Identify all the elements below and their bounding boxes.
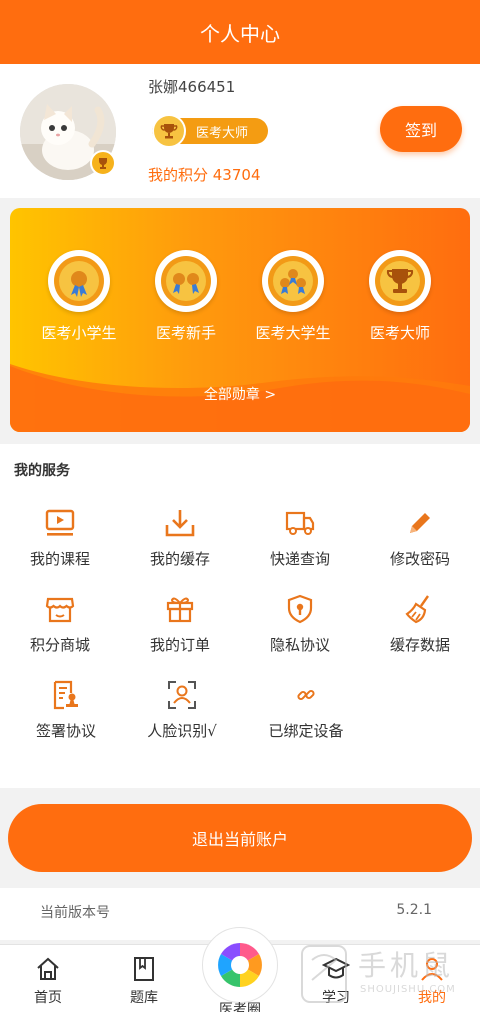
- home-icon: [34, 955, 62, 983]
- service-express-query[interactable]: 快递查询: [240, 506, 360, 569]
- version-value: 5.2.1: [396, 902, 432, 918]
- service-label: 人脸识别√: [147, 722, 217, 740]
- pencil-icon: [403, 506, 437, 540]
- service-label: 积分商城: [29, 636, 90, 654]
- service-change-password[interactable]: 修改密码: [360, 506, 480, 569]
- gift-icon: [163, 592, 197, 626]
- service-cache-data[interactable]: 缓存数据: [360, 592, 480, 655]
- services-title: 我的服务: [14, 463, 70, 479]
- watermark-text: 手机鼠: [358, 949, 455, 982]
- signin-button[interactable]: 签到: [380, 106, 462, 152]
- service-label: 签署协议: [35, 722, 96, 740]
- level-label: 医考大师: [196, 126, 249, 141]
- service-label: 修改密码: [389, 550, 450, 568]
- link-icon: [289, 678, 323, 712]
- store-icon: [43, 592, 77, 626]
- badge-label: 医考新手: [155, 324, 216, 342]
- medal-ribbon-icon: [48, 250, 110, 312]
- badges-banner: 医考小学生 医考新手 医考大学生 医考大师 全部勋章 >: [10, 208, 470, 432]
- tab-label: 题库: [130, 990, 158, 1006]
- service-face-recognition[interactable]: 人脸识别√: [122, 678, 242, 741]
- video-play-icon: [43, 506, 77, 540]
- service-label: 隐私协议: [269, 636, 330, 654]
- aperture-icon: [202, 927, 278, 1003]
- tab-question-bank[interactable]: 题库: [104, 955, 184, 1007]
- book-icon: [130, 955, 158, 983]
- tab-label: 首页: [34, 990, 62, 1006]
- watermark-subtext: SHOUJISHU.COM: [360, 984, 456, 995]
- badge-item[interactable]: 医考新手: [136, 250, 236, 343]
- broom-icon: [403, 592, 437, 626]
- profile-card: 张娜466451 医考大师 我的积分 43704 签到: [0, 64, 480, 198]
- watermark: 手机鼠 SHOUJISHU.COM: [300, 940, 476, 1008]
- service-my-orders[interactable]: 我的订单: [120, 592, 240, 655]
- points-label: 我的积分 43704: [148, 166, 261, 184]
- avatar-medal-icon: [90, 150, 116, 176]
- logout-button[interactable]: 退出当前账户: [8, 804, 472, 872]
- service-label: 我的课程: [29, 550, 90, 568]
- face-scan-icon: [165, 678, 199, 712]
- service-label: 已绑定设备: [268, 722, 344, 740]
- badge-label: 医考小学生: [41, 324, 117, 342]
- all-badges-link[interactable]: 全部勋章 >: [10, 384, 470, 404]
- service-bound-devices[interactable]: 已绑定设备: [246, 678, 366, 741]
- badge-label: 医考大学生: [255, 324, 331, 342]
- download-icon: [163, 506, 197, 540]
- badge-item[interactable]: 医考大学生: [243, 250, 343, 343]
- truck-icon: [283, 506, 317, 540]
- username: 张娜466451: [148, 78, 236, 96]
- contract-stamp-icon: [49, 678, 83, 712]
- badge-label: 医考大师: [369, 324, 430, 342]
- service-my-cache[interactable]: 我的缓存: [120, 506, 240, 569]
- service-my-courses[interactable]: 我的课程: [0, 506, 120, 569]
- service-sign-agreement[interactable]: 签署协议: [6, 678, 126, 741]
- shield-lock-icon: [283, 592, 317, 626]
- version-label: 当前版本号: [40, 905, 110, 921]
- service-label: 我的订单: [149, 636, 210, 654]
- trophy-icon: [369, 250, 431, 312]
- service-label: 缓存数据: [389, 636, 450, 654]
- medal-triple-ribbon-icon: [262, 250, 324, 312]
- tab-home[interactable]: 首页: [8, 955, 88, 1007]
- badge-item[interactable]: 医考大师: [350, 250, 450, 343]
- service-label: 我的缓存: [149, 550, 210, 568]
- trophy-icon: [152, 114, 186, 148]
- service-points-mall[interactable]: 积分商城: [0, 592, 120, 655]
- service-label: 快递查询: [269, 550, 330, 568]
- level-badge: 医考大师: [152, 114, 268, 148]
- page-title: 个人中心: [0, 0, 480, 64]
- medal-double-ribbon-icon: [155, 250, 217, 312]
- tab-circle[interactable]: 医考圈: [200, 927, 280, 1012]
- badge-item[interactable]: 医考小学生: [29, 250, 129, 343]
- service-privacy-policy[interactable]: 隐私协议: [240, 592, 360, 655]
- services-panel: 我的服务 我的课程 我的缓存 快递查询 修改密码 积分商城 我的订单 隐私协议 …: [0, 444, 480, 788]
- tab-label: 医考圈: [219, 1002, 261, 1012]
